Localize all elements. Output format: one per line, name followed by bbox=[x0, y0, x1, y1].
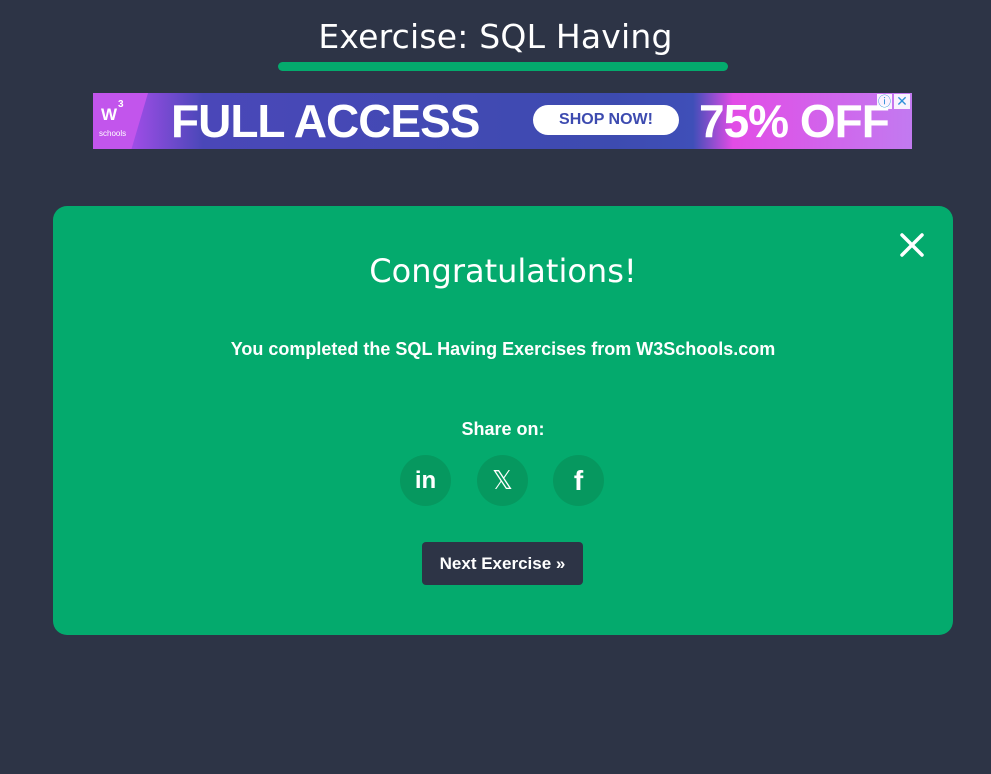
ad-headline: FULL ACCESS bbox=[171, 95, 480, 147]
modal-heading: Congratulations! bbox=[369, 252, 637, 290]
page-title: Exercise: SQL Having bbox=[318, 17, 673, 56]
share-label: Share on: bbox=[461, 419, 545, 439]
logo-superscript: 3 bbox=[118, 99, 124, 110]
page: Exercise: SQL Having W 3 schools FULL AC… bbox=[0, 0, 991, 774]
logo-letter: W bbox=[101, 105, 118, 124]
facebook-share-button[interactable]: f bbox=[553, 455, 604, 506]
next-exercise-button[interactable]: Next Exercise » bbox=[422, 542, 583, 585]
congratulations-modal: Congratulations! You completed the SQL H… bbox=[53, 206, 953, 635]
ad-close-icon[interactable]: ✕ bbox=[894, 94, 910, 109]
x-icon: 𝕏 bbox=[492, 465, 513, 495]
ad-offer: 75% OFF bbox=[699, 95, 890, 147]
w3schools-logo: W 3 schools bbox=[93, 93, 148, 149]
facebook-icon: f bbox=[573, 465, 584, 496]
linkedin-share-button[interactable]: in bbox=[400, 455, 451, 506]
ad-shop-now-button[interactable]: SHOP NOW! bbox=[533, 105, 679, 135]
ad-info-icon[interactable]: ⓘ bbox=[877, 94, 892, 109]
completion-message: You completed the SQL Having Exercises f… bbox=[230, 339, 776, 359]
ad-banner[interactable]: W 3 schools FULL ACCESS SHOP NOW! 75% OF… bbox=[93, 93, 912, 149]
logo-subtext: schools bbox=[99, 129, 127, 138]
x-share-button[interactable]: 𝕏 bbox=[477, 455, 528, 506]
linkedin-icon: in bbox=[414, 467, 437, 494]
title-underline bbox=[278, 62, 728, 71]
